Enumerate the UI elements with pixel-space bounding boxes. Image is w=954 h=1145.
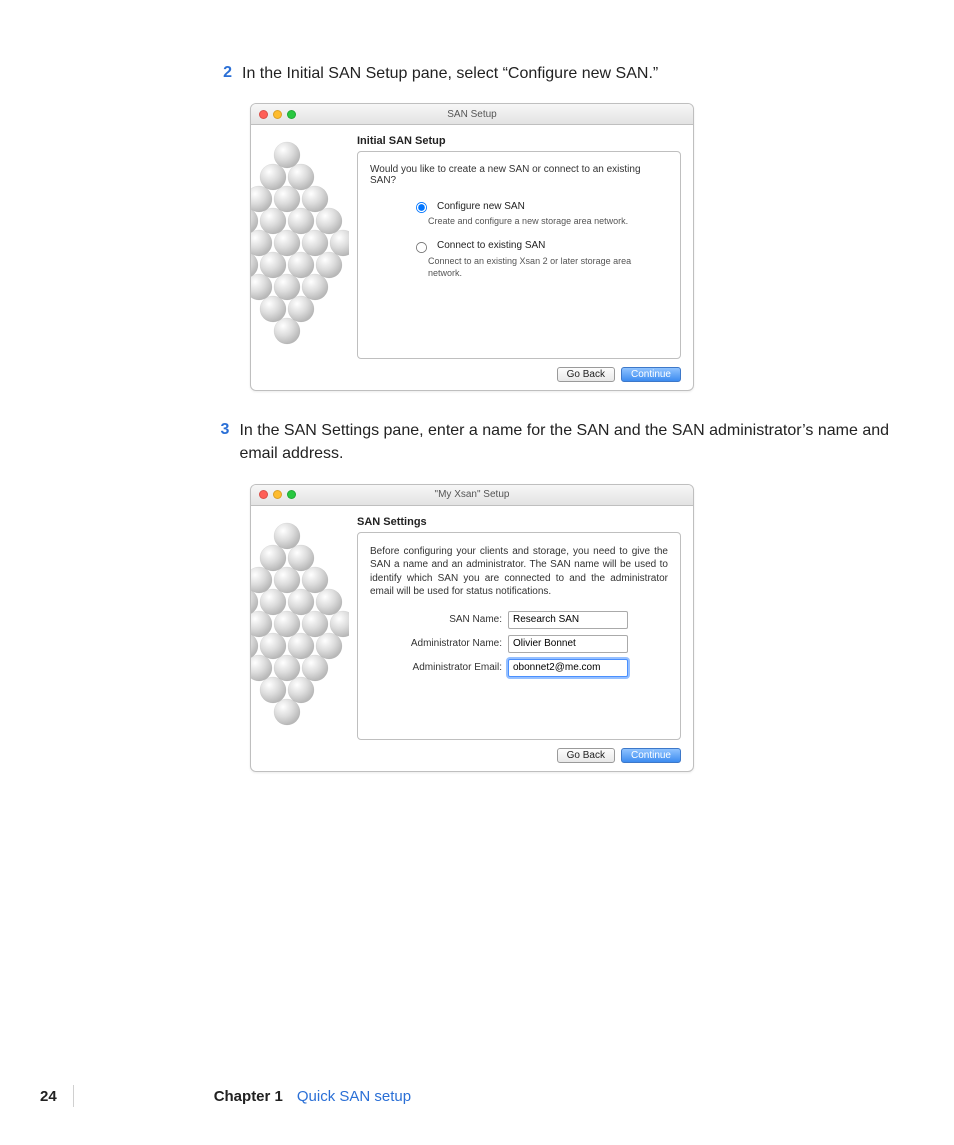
step-3-number: 3 bbox=[214, 419, 229, 441]
spheres-icon bbox=[251, 522, 349, 742]
page-number: 24 bbox=[40, 1088, 57, 1105]
radio-connect-existing[interactable]: Connect to existing SAN bbox=[410, 238, 668, 254]
san-settings-window: "My Xsan" Setup bbox=[250, 484, 694, 772]
continue-button[interactable]: Continue bbox=[621, 748, 681, 763]
sidebar-art bbox=[251, 506, 349, 771]
sidebar-art bbox=[251, 125, 349, 390]
radio-configure-new-label: Configure new SAN bbox=[437, 201, 525, 212]
pane-intro: Would you like to create a new SAN or co… bbox=[370, 164, 668, 186]
radio-configure-new[interactable]: Configure new SAN bbox=[410, 198, 668, 214]
chapter-label: Chapter 1 bbox=[214, 1088, 283, 1105]
san-name-field[interactable] bbox=[508, 611, 628, 629]
step-3-text: In the SAN Settings pane, enter a name f… bbox=[239, 419, 890, 465]
pane-heading: Initial SAN Setup bbox=[357, 135, 681, 147]
spheres-icon bbox=[251, 141, 349, 361]
window-title: "My Xsan" Setup bbox=[251, 489, 693, 500]
chapter-title: Quick SAN setup bbox=[297, 1088, 411, 1105]
radio-configure-new-desc: Create and configure a new storage area … bbox=[428, 216, 638, 228]
continue-button[interactable]: Continue bbox=[621, 367, 681, 382]
san-name-label: SAN Name: bbox=[392, 614, 502, 625]
pane-heading: SAN Settings bbox=[357, 516, 681, 528]
pane-intro: Before configuring your clients and stor… bbox=[370, 545, 668, 599]
page-footer: 24 Chapter 1 Quick SAN setup bbox=[40, 1085, 411, 1107]
radio-connect-existing-desc: Connect to an existing Xsan 2 or later s… bbox=[428, 256, 638, 279]
step-2-number: 2 bbox=[214, 62, 232, 84]
divider bbox=[73, 1085, 74, 1107]
go-back-button[interactable]: Go Back bbox=[557, 748, 615, 763]
titlebar: SAN Setup bbox=[251, 104, 693, 125]
titlebar: "My Xsan" Setup bbox=[251, 485, 693, 506]
window-title: SAN Setup bbox=[251, 109, 693, 120]
step-2-text: In the Initial SAN Setup pane, select “C… bbox=[242, 62, 658, 85]
radio-connect-existing-input[interactable] bbox=[416, 242, 427, 253]
radio-configure-new-input[interactable] bbox=[416, 202, 427, 213]
admin-email-label: Administrator Email: bbox=[392, 662, 502, 673]
admin-name-label: Administrator Name: bbox=[392, 638, 502, 649]
admin-email-field[interactable] bbox=[508, 659, 628, 677]
admin-name-field[interactable] bbox=[508, 635, 628, 653]
go-back-button[interactable]: Go Back bbox=[557, 367, 615, 382]
radio-connect-existing-label: Connect to existing SAN bbox=[437, 240, 545, 251]
san-setup-window: SAN Setup bbox=[250, 103, 694, 391]
